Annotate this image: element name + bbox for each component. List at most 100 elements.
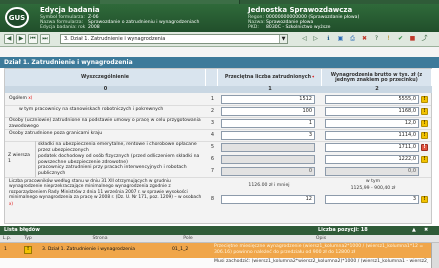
employment-row6-disabled xyxy=(221,155,315,164)
row-label-1: Ogółem x) xyxy=(9,95,33,101)
warning-icon: ! xyxy=(24,246,32,254)
col-number-2: 2 xyxy=(322,86,432,93)
error-list-title: Lista błędów xyxy=(4,227,40,233)
err-col-opis: Opis xyxy=(315,236,327,241)
group-label: Z wiersza 1 xyxy=(8,153,30,164)
prev-section-icon[interactable]: ◁ xyxy=(300,34,309,44)
form-table: Wyszczególnienie Przeciętna liczba zatru… xyxy=(4,68,432,224)
col-number-1: 1 xyxy=(218,86,322,93)
toolbar: ◀ ▶ ⏮ ⏭ 3. Dział 1. Zatrudnienie i wynag… xyxy=(0,32,439,47)
row-label-5: składki na ubezpieczenia emerytalne, ren… xyxy=(38,142,197,153)
wages-row3-input[interactable]: 12,0 xyxy=(325,119,419,128)
row-label-3: Osoby (uczniowie) zatrudnione na podstaw… xyxy=(9,118,201,129)
error-icon[interactable]: ! xyxy=(421,144,428,151)
info-icon[interactable]: ℹ xyxy=(324,34,333,44)
group-divider xyxy=(35,141,36,177)
row-number-6: 6 xyxy=(210,156,215,162)
employment-row5-disabled xyxy=(221,143,315,152)
gus-logo: GUS xyxy=(5,7,29,28)
print-icon[interactable]: ⎙ xyxy=(348,34,357,44)
wages-row1-input[interactable]: 5555,0 xyxy=(325,95,419,104)
row-number-8: 8 xyxy=(210,196,215,202)
section-title: Dział 1. Zatrudnienie i wynagrodzenia xyxy=(0,57,439,68)
check-icon[interactable]: ✔ xyxy=(396,34,405,44)
row-number-7: 7 xyxy=(210,168,215,174)
wages-row5-input[interactable]: 1711,0 xyxy=(325,143,419,152)
employment-row4-input[interactable]: 3 xyxy=(221,131,315,140)
exit-icon[interactable]: ⤴ xyxy=(420,34,429,44)
forward-icon[interactable]: ▶ xyxy=(16,34,26,44)
warning-icon[interactable]: ! xyxy=(421,196,428,203)
header-edition: Edycja badania: rok 2008 xyxy=(40,25,100,30)
next-section-icon[interactable]: ▷ xyxy=(311,34,320,44)
row-label-2: w tym pracownicy na stanowiskach robotni… xyxy=(19,107,164,112)
employment-row7-disabled: 0 xyxy=(221,167,315,176)
col-header-wages: Wynagrodzenia brutto w tys. zł (z jednym… xyxy=(322,69,432,86)
row-number-4: 4 xyxy=(210,132,215,138)
last-page-icon[interactable]: ⏭ xyxy=(40,34,50,44)
col-number-0: 0 xyxy=(5,86,206,93)
workers-range2-input[interactable]: 3 xyxy=(325,195,419,204)
app-header: GUS Edycja badania Symbol formularza: Z-0… xyxy=(0,4,439,32)
row-label-8: Liczba pracowników według stanu w dniu 3… xyxy=(9,179,202,206)
error-row-detail: Musi zachodzić: (wiersz1_kolumna2*wiersz… xyxy=(0,258,439,268)
error-list-bar: Lista błędów Liczba pozycji: 18 ▲ ✖ xyxy=(0,226,439,235)
employment-row3-input[interactable]: 1 xyxy=(221,119,315,128)
help-icon[interactable]: ? xyxy=(372,34,381,44)
error-row-description: Przeciętne miesięczne wynagrodzenie (wie… xyxy=(214,244,424,255)
warning-list-icon[interactable]: ! xyxy=(384,34,393,44)
col-number-blank xyxy=(206,86,218,93)
err-col-typ: Typ xyxy=(24,236,32,241)
row-label-4: Osoby zatrudnione poza granicami kraju xyxy=(9,131,103,136)
warning-icon[interactable]: ! xyxy=(421,120,428,127)
range-label-1: 1126.00 zł i mniej xyxy=(248,183,290,188)
back-icon[interactable]: ◀ xyxy=(4,34,14,44)
header-right-title: Jednostka Sprawozdawcza xyxy=(248,6,353,14)
error-list-count: Liczba pozycji: 18 xyxy=(318,227,368,233)
warning-icon[interactable]: ! xyxy=(421,156,428,163)
err-col-pole: Pole xyxy=(183,236,193,241)
stop-icon[interactable]: ■ xyxy=(408,34,417,44)
row-divider xyxy=(5,177,431,178)
row-number-3: 3 xyxy=(210,120,215,126)
header-pkd: PKD: 8030C - Szkolnictwo wyższe xyxy=(248,25,331,30)
wages-row2-input[interactable]: 1168,0 xyxy=(325,107,419,116)
section-select[interactable]: 3. Dział 1. Zatrudnienie i wynagrodzenia… xyxy=(60,34,288,44)
err-col-n: L.p. xyxy=(2,236,12,241)
first-page-icon[interactable]: ⏮ xyxy=(28,34,38,44)
warning-icon[interactable]: ! xyxy=(421,96,428,103)
employment-row1-input[interactable]: 1512 xyxy=(221,95,315,104)
delete-icon[interactable]: ✖ xyxy=(360,34,369,44)
err-col-strona: Strona xyxy=(92,236,108,241)
wages-row4-input[interactable]: 1114,0 xyxy=(325,131,419,140)
chevron-down-icon[interactable]: ▼ xyxy=(279,35,287,43)
header-left-title: Edycja badania xyxy=(40,6,100,14)
row-divider xyxy=(5,105,431,106)
save-icon[interactable]: ▣ xyxy=(336,34,345,44)
row-number-5: 5 xyxy=(210,144,215,150)
content-spacer xyxy=(0,47,439,57)
col-header-num xyxy=(206,69,218,86)
error-row-number: 1 xyxy=(4,247,7,252)
error-row-page: 3. Dział 1. Zatrudnienie i wynagrodzenia xyxy=(42,247,136,252)
employment-row2-input[interactable]: 100 xyxy=(221,107,315,116)
row-label-6: podatek dochodowy od osób fizycznych (pr… xyxy=(38,154,200,165)
workers-range1-input[interactable]: 12 xyxy=(221,195,315,204)
error-list-scrollbar[interactable] xyxy=(431,243,439,268)
wages-row7-disabled: 0,0 xyxy=(325,167,419,176)
section-select-value: 3. Dział 1. Zatrudnienie i wynagrodzenia xyxy=(64,36,166,42)
range-label-2b: 1125,99 - 900,40 zł xyxy=(350,186,396,191)
collapse-icon[interactable]: ▲ xyxy=(412,226,416,235)
row-number-1: 1 xyxy=(210,96,215,102)
wages-row6-input[interactable]: 1222,0 xyxy=(325,155,419,164)
col-header-spec: Wyszczególnienie xyxy=(5,69,206,86)
range-label-2a: w tym xyxy=(365,179,381,184)
warning-icon[interactable]: ! xyxy=(421,132,428,139)
close-icon[interactable]: ✖ xyxy=(424,226,428,235)
error-list-header: L.p. Typ Strona Pole Opis xyxy=(0,235,439,243)
error-row-field: 01_1_2 xyxy=(172,247,189,252)
row-label-7: pracownicy zatrudnieni przy pracach inte… xyxy=(38,165,187,176)
row-number-2: 2 xyxy=(210,108,215,114)
error-row[interactable]: 1 ! 3. Dział 1. Zatrudnienie i wynagrodz… xyxy=(0,243,439,258)
warning-icon[interactable]: ! xyxy=(421,108,428,115)
